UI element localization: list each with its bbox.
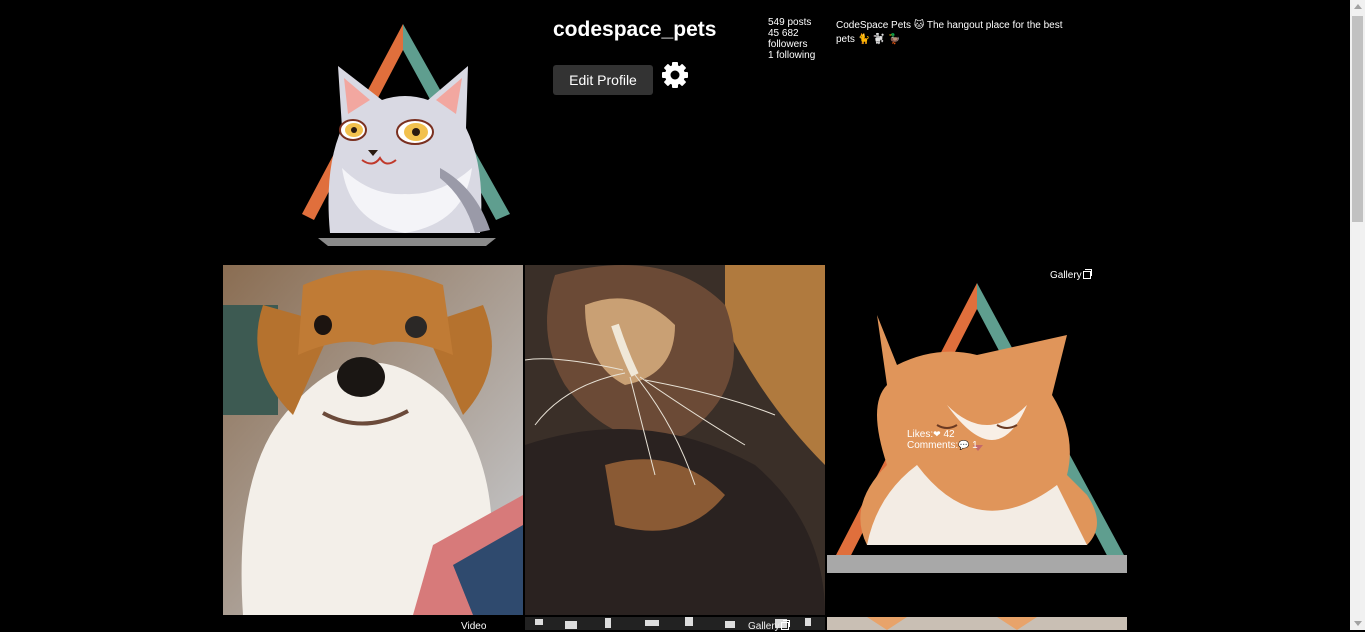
post-tile-6[interactable] (827, 617, 1127, 630)
cat-logo-icon (302, 24, 510, 246)
scrollbar-thumb[interactable] (1352, 16, 1363, 222)
gear-icon[interactable] (660, 60, 690, 90)
profile-avatar (290, 18, 518, 248)
scroll-up-icon[interactable] (1354, 4, 1362, 9)
bio-line: CodeSpace Pets 🐱 The hangout place for t… (836, 20, 1063, 31)
likes-count: 42 (943, 429, 955, 440)
profile-stats: 549 posts 45 682 followers 1 following (768, 17, 828, 61)
page-scrollbar[interactable] (1350, 0, 1365, 630)
post-type-badge: Video (461, 621, 487, 632)
post-type-badge: Gallery (748, 620, 790, 632)
speech-bubble-icon: 💬 (958, 440, 970, 450)
post-stats-overlay: Likes:❤ 42 Comments:💬 1 (907, 429, 978, 451)
gallery-icon (1082, 269, 1092, 279)
comments-row: Comments:💬 1 (907, 440, 978, 451)
profile-bio: CodeSpace Pets 🐱 The hangout place for t… (836, 19, 1076, 47)
profile-username: codespace_pets (553, 18, 717, 41)
followers-count[interactable]: 45 682 (768, 28, 828, 39)
comments-count: 1 (972, 440, 978, 451)
post-tile-puppy[interactable] (223, 265, 523, 615)
edit-profile-button[interactable]: Edit Profile (553, 65, 653, 95)
post-tile-tortoiseshell-cat[interactable] (525, 265, 825, 615)
post-type-badge: Gallery (1050, 269, 1092, 281)
following-count[interactable]: 1 following (768, 50, 828, 61)
followers-label[interactable]: followers (768, 39, 828, 50)
scroll-down-icon[interactable] (1354, 621, 1362, 626)
likes-row: Likes:❤ 42 (907, 429, 955, 440)
posts-count: 549 posts (768, 17, 812, 28)
heart-icon: ❤ (933, 429, 941, 439)
gallery-icon (780, 620, 790, 630)
bio-line: pets 🐈 🐩 🦆 (836, 34, 901, 45)
